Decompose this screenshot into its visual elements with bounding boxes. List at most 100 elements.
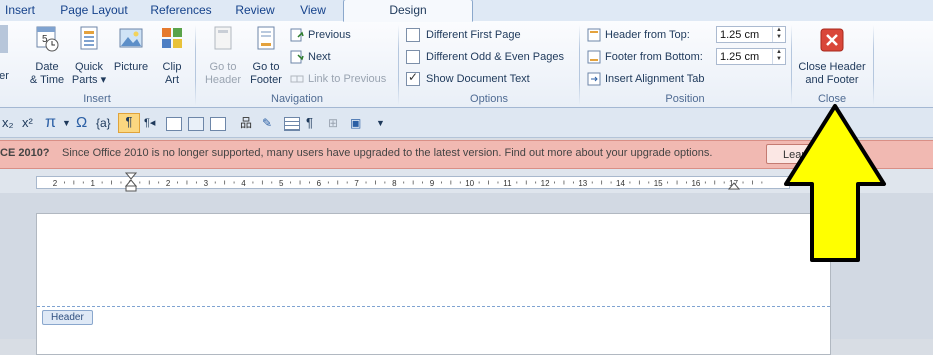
message-bar-text: Since Office 2010 is no longer supported… <box>62 147 713 159</box>
header-from-top-control: Header from Top: <box>587 26 690 44</box>
checkbox-box[interactable] <box>406 28 420 42</box>
indent-marker-icon[interactable] <box>125 172 137 192</box>
close-icon <box>820 28 844 52</box>
paragraph-marks-icon[interactable]: ¶◂ <box>144 115 155 131</box>
ruler-number: 10 <box>465 179 474 188</box>
partial-button[interactable]: er <box>0 25 14 83</box>
header-tag: Header <box>42 310 93 325</box>
document-page[interactable]: Header <box>36 213 831 355</box>
symbol-button[interactable]: Ω <box>76 115 87 131</box>
quick-parts-icon <box>80 26 98 50</box>
ribbon: er 5 Date & Time Quick Parts ▾ Picture C… <box>0 21 933 108</box>
tab-review[interactable]: Review <box>228 0 282 21</box>
ruler-ticks: 211234567891011121314151617 <box>53 179 763 188</box>
disabled-tool-icon[interactable]: ⊞ <box>328 115 338 131</box>
outline-icon[interactable]: 品 <box>240 115 252 131</box>
previous-button[interactable]: Previous <box>290 26 351 44</box>
tab-insert[interactable]: Insert <box>0 0 40 21</box>
annotation-arrow-icon <box>784 104 886 262</box>
close-header-footer-label-1: Close Header <box>798 61 866 73</box>
subscript-button[interactable]: x₂ <box>2 115 14 131</box>
edit-icon[interactable]: ✎ <box>262 115 272 131</box>
spinner-arrows-icon[interactable]: ▲ ▼ <box>772 27 785 42</box>
show-document-text-label: Show Document Text <box>426 73 530 85</box>
date-time-button[interactable]: 5 Date & Time <box>26 25 68 87</box>
footer-from-bottom-label: Footer from Bottom: <box>605 51 703 63</box>
different-odd-even-label: Different Odd & Even Pages <box>426 51 564 63</box>
go-to-header-label-1: Go to <box>209 61 237 73</box>
next-label: Next <box>308 51 331 63</box>
show-formatting-marks-button[interactable]: ¶ <box>118 113 140 133</box>
footer-from-bottom-value: 1.25 cm <box>720 51 760 63</box>
group-separator <box>873 25 874 105</box>
ruler-number: 3 <box>204 179 209 188</box>
dropdown-arrow-icon[interactable]: ▼ <box>62 115 71 131</box>
ruler-number: 13 <box>578 179 587 188</box>
checkbox-box[interactable] <box>406 50 420 64</box>
ruler-track[interactable]: 211234567891011121314151617 <box>36 176 790 189</box>
ruler-number: 5 <box>279 179 284 188</box>
superscript-button[interactable]: x² <box>22 115 33 131</box>
date-time-label-2: & Time <box>29 74 65 86</box>
page-view-icon[interactable] <box>166 117 182 131</box>
picture-tool-icon[interactable]: ▣ <box>350 115 361 131</box>
footer-position-icon <box>587 50 601 64</box>
pilcrow-icon[interactable]: ¶ <box>306 115 313 131</box>
quick-parts-button[interactable]: Quick Parts ▾ <box>70 25 108 87</box>
tab-view[interactable]: View <box>290 0 336 21</box>
picture-icon <box>119 28 143 48</box>
tab-references[interactable]: References <box>144 0 218 21</box>
options-group-label: Options <box>470 93 508 105</box>
link-to-previous-label: Link to Previous <box>308 73 387 85</box>
equation-button[interactable]: π <box>45 115 56 131</box>
different-first-page-checkbox[interactable]: Different First Page <box>406 26 521 44</box>
clip-art-icon <box>162 28 182 48</box>
tab-page-layout[interactable]: Page Layout <box>52 0 136 21</box>
ruler-number: 6 <box>317 179 322 188</box>
header-from-top-input[interactable]: 1.25 cm ▲ ▼ <box>716 26 786 43</box>
right-indent-marker-icon[interactable] <box>728 180 740 190</box>
next-button[interactable]: Next <box>290 48 331 66</box>
ruler-number: 2 <box>166 179 171 188</box>
insert-group-label: Insert <box>83 93 111 105</box>
tab-design[interactable]: Design <box>343 0 473 22</box>
ruler-number: 12 <box>541 179 550 188</box>
spinner-arrows-icon[interactable]: ▲ ▼ <box>772 49 785 64</box>
checkbox-box-checked[interactable] <box>406 70 420 86</box>
show-document-text-checkbox[interactable]: Show Document Text <box>406 70 530 88</box>
previous-label: Previous <box>308 29 351 41</box>
table-icon[interactable] <box>284 117 300 131</box>
clip-art-button[interactable]: Clip Art <box>154 25 190 87</box>
pilcrow-icon: ¶ <box>125 114 133 129</box>
layout-icon[interactable] <box>210 117 226 131</box>
footer-from-bottom-control: Footer from Bottom: <box>587 48 703 66</box>
picture-button[interactable]: Picture <box>110 25 152 74</box>
calendar-clock-icon: 5 <box>36 26 59 52</box>
ruler-number: 15 <box>654 179 663 188</box>
ruler-number: 7 <box>354 179 359 188</box>
ruler-number: 4 <box>241 179 246 188</box>
customize-toolbar-arrow-icon[interactable]: ▼ <box>376 115 385 131</box>
go-to-footer-button[interactable]: Go to Footer <box>246 25 286 87</box>
footer-from-bottom-input[interactable]: 1.25 cm ▲ ▼ <box>716 48 786 65</box>
ruler-number: 9 <box>430 179 435 188</box>
previous-section-icon <box>290 28 304 42</box>
alignment-tab-icon <box>587 72 601 86</box>
clip-art-label-1: Clip <box>162 61 182 73</box>
field-codes-button[interactable]: {a} <box>96 115 111 131</box>
link-to-previous-button[interactable]: Link to Previous <box>290 70 386 88</box>
ruler-number: 14 <box>616 179 625 188</box>
different-first-page-label: Different First Page <box>426 29 521 41</box>
ruler-number: 1 <box>90 179 95 188</box>
picture-label: Picture <box>113 61 149 73</box>
go-to-header-icon <box>214 26 232 50</box>
ruler-number: 16 <box>691 179 700 188</box>
ribbon-tab-strip: Insert Page Layout References Review Vie… <box>0 0 933 22</box>
go-to-header-button[interactable]: Go to Header <box>202 25 244 87</box>
columns-icon[interactable] <box>188 117 204 131</box>
insert-alignment-tab-button[interactable]: Insert Alignment Tab <box>587 70 704 88</box>
different-odd-even-checkbox[interactable]: Different Odd & Even Pages <box>406 48 564 66</box>
close-header-footer-button[interactable]: Close Header and Footer <box>794 25 870 87</box>
clip-art-label-2: Art <box>164 74 180 86</box>
next-section-icon <box>290 50 304 64</box>
